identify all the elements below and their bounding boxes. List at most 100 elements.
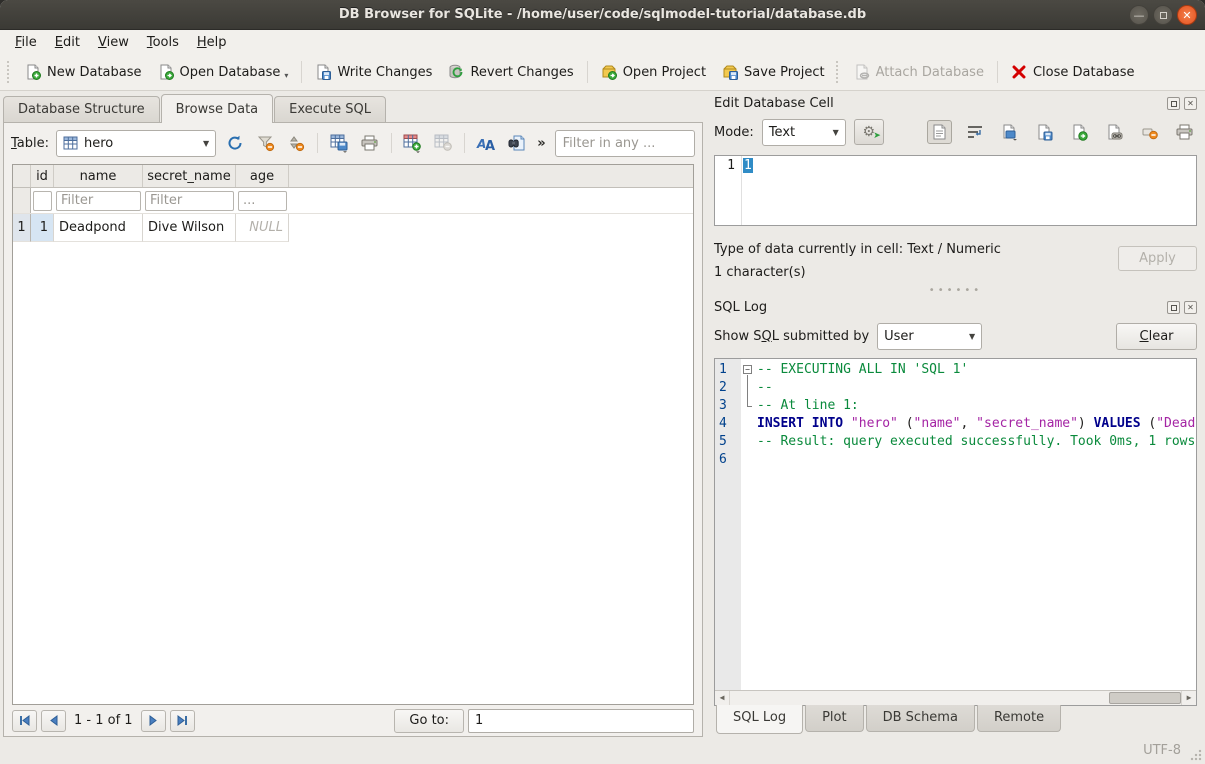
export-data-button[interactable] [1032, 120, 1057, 144]
line-number: 2 [715, 379, 741, 397]
edit-cell-toolbar: Mode: Text ▼ ⚙➤ [714, 114, 1197, 150]
auto-switch-mode-button[interactable]: ⚙➤ [854, 119, 884, 145]
tab-db-schema[interactable]: DB Schema [866, 705, 975, 732]
maximize-button[interactable] [1153, 5, 1173, 25]
refresh-button[interactable] [223, 131, 247, 155]
filter-input-age[interactable]: ... [238, 191, 287, 211]
table-icon [63, 136, 78, 150]
find-in-table-button[interactable] [505, 131, 529, 155]
browse-toolbar-separator [317, 133, 318, 153]
export-table-button[interactable] [327, 131, 351, 155]
open-database-dropdown-caret[interactable]: ▾ [284, 71, 288, 80]
float-panel-button[interactable] [1167, 97, 1180, 110]
copy-link-button[interactable] [1102, 120, 1127, 144]
next-page-button[interactable] [141, 710, 166, 732]
scroll-left-arrow[interactable]: ◀ [715, 691, 730, 705]
set-null-button[interactable] [1137, 120, 1162, 144]
filter-input-id[interactable] [33, 191, 52, 211]
open-database-button[interactable]: Open Database ▾ [150, 60, 297, 84]
delete-record-button[interactable] [431, 131, 455, 155]
close-button[interactable]: ✕ [1177, 5, 1197, 25]
column-header-age[interactable]: age [236, 165, 289, 187]
minimize-button[interactable]: — [1129, 5, 1149, 25]
tab-remote[interactable]: Remote [977, 705, 1061, 732]
insert-record-button[interactable] [401, 131, 425, 155]
right-dock: Edit Database Cell ✕ Mode: Text ▼ ⚙➤ [706, 91, 1205, 737]
menu-edit[interactable]: Edit [46, 33, 89, 52]
cell-age[interactable]: NULL [236, 214, 289, 242]
first-page-button[interactable] [12, 710, 37, 732]
text-view-toggle[interactable] [927, 120, 952, 144]
new-database-button[interactable]: New Database [17, 60, 150, 84]
format-font-button[interactable]: AA [474, 131, 498, 155]
close-database-icon [1011, 64, 1027, 80]
tab-plot[interactable]: Plot [805, 705, 864, 732]
print-cell-button[interactable] [1172, 120, 1197, 144]
column-header-name[interactable]: name [54, 165, 143, 187]
tab-execute-sql[interactable]: Execute SQL [274, 96, 386, 123]
last-page-button[interactable] [170, 710, 195, 732]
fold-margin[interactable]: − [741, 361, 755, 379]
save-project-button[interactable]: Save Project [714, 60, 833, 84]
open-in-external-button[interactable] [1067, 120, 1092, 144]
encoding-indicator[interactable]: UTF-8 [1143, 743, 1181, 758]
horizontal-scrollbar[interactable]: ◀ ▶ [715, 690, 1196, 705]
goto-button[interactable]: Go to: [394, 709, 464, 733]
close-database-button[interactable]: Close Database [1003, 60, 1143, 84]
cell-editor-content[interactable]: 1 [743, 158, 753, 173]
cell-id[interactable]: 1 [31, 214, 54, 242]
print-button[interactable] [358, 131, 382, 155]
table-select[interactable]: hero ▼ [56, 130, 216, 157]
float-panel-button[interactable] [1167, 301, 1180, 314]
apply-button[interactable]: Apply [1118, 246, 1197, 271]
sql-source-select[interactable]: User ▼ [877, 323, 982, 350]
mode-label: Mode: [714, 125, 754, 140]
clear-sorting-button[interactable] [284, 131, 308, 155]
menu-view[interactable]: View [89, 33, 138, 52]
grid-corner[interactable] [13, 165, 31, 187]
filter-input-name[interactable]: Filter [56, 191, 141, 211]
goto-input[interactable]: 1 [468, 709, 694, 733]
revert-changes-icon [448, 64, 464, 80]
sql-log-line: 6 [715, 451, 1196, 469]
open-project-button[interactable]: Open Project [593, 60, 714, 84]
resize-grip[interactable] [1190, 749, 1202, 761]
dock-splitter-handle[interactable]: •••••• [714, 284, 1197, 297]
cell-secret-name[interactable]: Dive Wilson [143, 214, 236, 242]
cell-name[interactable]: Deadpond [54, 214, 143, 242]
column-header-id[interactable]: id [31, 165, 54, 187]
toolbar-drag-handle[interactable] [7, 61, 12, 83]
toolbar-drag-handle[interactable] [836, 61, 841, 83]
menu-help[interactable]: Help [188, 33, 236, 52]
sql-log-editor[interactable]: 1−-- EXECUTING ALL IN 'SQL 1'2--3-- At l… [714, 358, 1197, 706]
tab-database-structure[interactable]: Database Structure [3, 96, 160, 123]
import-data-button[interactable] [997, 120, 1022, 144]
filter-any-input[interactable]: Filter in any ... [555, 130, 695, 157]
scrollbar-thumb[interactable] [1109, 692, 1181, 704]
sql-log-editor-lines: 1−-- EXECUTING ALL IN 'SQL 1'2--3-- At l… [715, 361, 1196, 690]
mode-select[interactable]: Text ▼ [762, 119, 846, 146]
fold-collapse-icon[interactable]: − [743, 365, 752, 374]
scroll-right-arrow[interactable]: ▶ [1181, 691, 1196, 705]
write-changes-button[interactable]: Write Changes [307, 60, 440, 84]
close-panel-button[interactable]: ✕ [1184, 301, 1197, 314]
clear-filters-button[interactable] [254, 131, 278, 155]
revert-changes-button[interactable]: Revert Changes [440, 60, 581, 84]
menu-file[interactable]: File [6, 33, 46, 52]
clear-log-button[interactable]: Clear [1116, 323, 1197, 350]
sql-log-line-text: -- Result: query executed successfully. … [755, 433, 1196, 451]
close-panel-button[interactable]: ✕ [1184, 97, 1197, 110]
tab-browse-data[interactable]: Browse Data [161, 94, 274, 123]
tab-sql-log[interactable]: SQL Log [716, 705, 803, 734]
word-wrap-button[interactable] [962, 120, 987, 144]
filter-input-secret-name[interactable]: Filter [145, 191, 234, 211]
menu-tools[interactable]: Tools [138, 33, 188, 52]
row-header[interactable]: 1 [13, 214, 31, 242]
cell-editor[interactable]: 1 1 [714, 155, 1197, 226]
table-label: Table: [11, 136, 49, 151]
attach-database-button[interactable]: Attach Database [846, 60, 992, 84]
toolbar-overflow-chevron[interactable]: » [537, 136, 545, 151]
previous-page-button[interactable] [41, 710, 66, 732]
column-header-secret-name[interactable]: secret_name [143, 165, 236, 187]
titlebar[interactable]: DB Browser for SQLite - /home/user/code/… [0, 0, 1205, 30]
